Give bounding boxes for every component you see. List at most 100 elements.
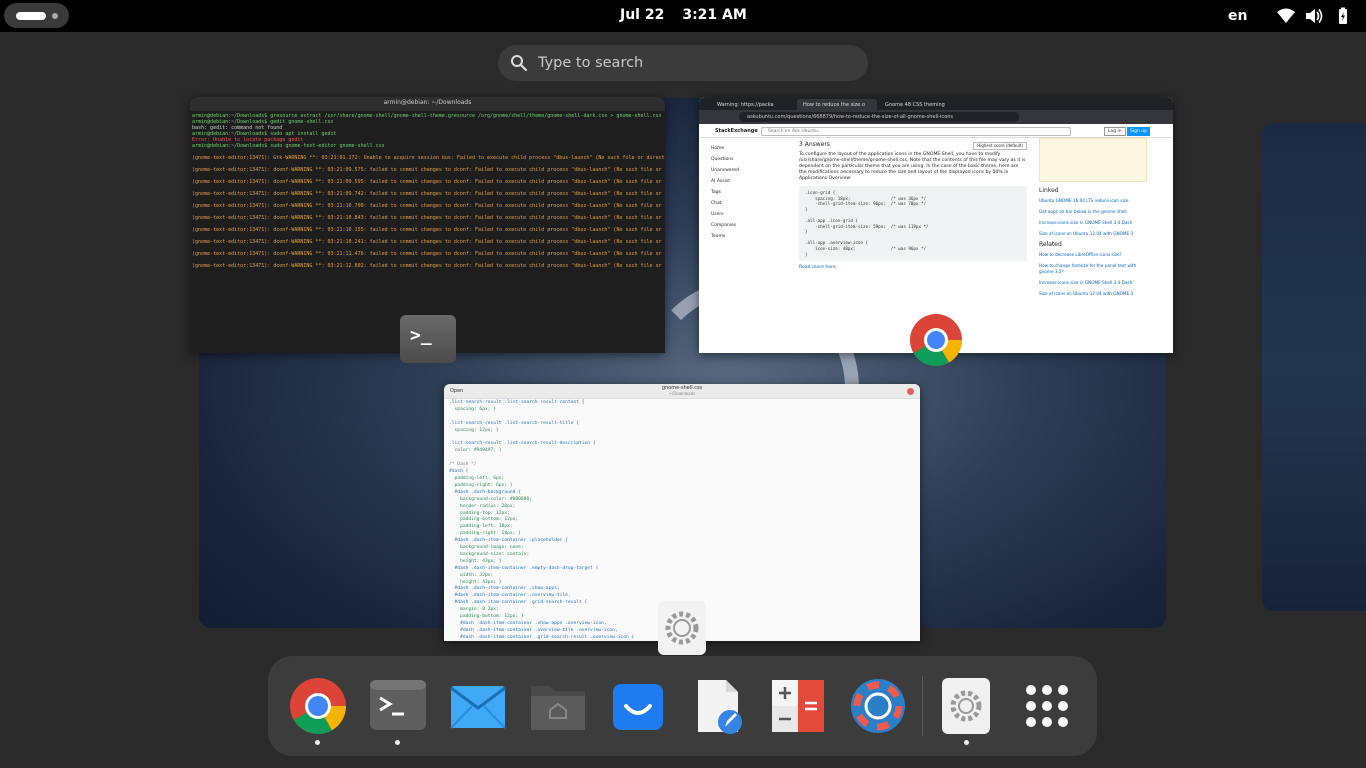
answer-body: To configure the layout of the applicati… bbox=[799, 152, 1026, 181]
terminal-line: (gnome-text-editor:13471): dconf-WARNING… bbox=[192, 215, 665, 221]
nav-item[interactable]: Questions bbox=[711, 157, 769, 163]
clock[interactable]: Jul 22 3:21 AM bbox=[620, 7, 747, 23]
editor-path: ~/Downloads bbox=[668, 391, 696, 396]
top-bar: Jul 22 3:21 AM en bbox=[0, 0, 1366, 32]
show-apps-icon[interactable] bbox=[1017, 676, 1077, 736]
close-icon[interactable] bbox=[907, 388, 914, 395]
editor-line: padding-bottom: 12px; bbox=[449, 517, 519, 523]
sidebar-link[interactable]: Size of icons on Ubuntu 12.04 with GNOME… bbox=[1039, 291, 1147, 297]
editor-line: #dash .dash-background { bbox=[449, 489, 521, 495]
volume-icon[interactable] bbox=[1303, 6, 1323, 26]
site-logo[interactable]: StackExchange bbox=[715, 128, 758, 134]
battery-icon[interactable] bbox=[1333, 6, 1353, 26]
settings-running-indicator bbox=[964, 740, 969, 745]
terminal-icon[interactable] bbox=[368, 676, 428, 736]
editor-line: background-color: #000000; bbox=[449, 496, 532, 502]
editor-line: .list-search-result .list-search-result-… bbox=[449, 441, 596, 447]
clock-date: Jul 22 bbox=[620, 7, 665, 23]
terminal-title: armin@debian: ~/Downloads bbox=[383, 99, 472, 106]
signup-button[interactable]: Sign up bbox=[1127, 127, 1150, 136]
nav-item[interactable]: Home bbox=[711, 146, 769, 152]
text-editor-icon[interactable] bbox=[688, 676, 748, 736]
browser-tab[interactable]: Gnome 48 CSS theming bbox=[879, 99, 963, 110]
terminal-line: (gnome-text-editor:13471): dconf-WARNING… bbox=[192, 263, 665, 269]
browser-tab-strip: Warning: https://packa How to reduce the… bbox=[699, 97, 1173, 110]
answer-section: 3 Answers Highest score (default) To con… bbox=[799, 142, 1027, 271]
sidebar-link[interactable]: Increase icons size in GNOME Shell 3.4 D… bbox=[1039, 280, 1147, 286]
chrome-icon[interactable] bbox=[288, 676, 348, 736]
editor-line: padding-right: 6px; } bbox=[449, 482, 513, 488]
sort-select[interactable]: Highest score (default) bbox=[973, 142, 1027, 150]
terminal-running-indicator bbox=[395, 740, 400, 745]
chrome-running-indicator bbox=[315, 740, 320, 745]
editor-line: /* Dash */ bbox=[449, 462, 477, 468]
editor-line: background-size: contain; bbox=[449, 551, 530, 557]
desktop-overview: Jul 223:21 AM en armin@debian: ~/D bbox=[0, 0, 1366, 768]
terminal-line: (gnome-text-editor:13471): Gtk-WARNING *… bbox=[192, 155, 665, 161]
nav-item[interactable]: Companies bbox=[711, 223, 769, 229]
nav-item[interactable]: Unanswered bbox=[711, 168, 769, 174]
activities-button[interactable] bbox=[4, 3, 69, 28]
editor-line: .list-search-result .list-search-result-… bbox=[449, 400, 585, 405]
clock-time: 3:21 AM bbox=[682, 7, 747, 23]
related-heading: Related bbox=[1039, 241, 1062, 248]
workspace-indicator-dot bbox=[52, 13, 58, 19]
linked-heading: Linked bbox=[1039, 187, 1059, 194]
login-button[interactable]: Log in bbox=[1104, 127, 1126, 136]
editor-line: background-image: none; bbox=[449, 545, 524, 551]
calculator-icon[interactable] bbox=[768, 676, 828, 736]
editor-line: border-radius: 20px; bbox=[449, 503, 516, 509]
help-icon[interactable] bbox=[848, 676, 908, 736]
editor-line: width: 32px; bbox=[449, 572, 494, 578]
settings-icon[interactable] bbox=[936, 676, 996, 736]
site-header: StackExchange Search on Ask Ubuntu... Lo… bbox=[699, 124, 1173, 138]
editor-line: height: 43px; } bbox=[449, 558, 502, 564]
dock-separator bbox=[922, 676, 923, 736]
editor-line: .list-search-result .list-search-result-… bbox=[449, 420, 579, 426]
answer-code: .icon-grid { spacing: 18px; /* was 36px … bbox=[799, 186, 1027, 262]
editor-line: color: #949497; } bbox=[449, 448, 502, 454]
site-search-input[interactable]: Search on Ask Ubuntu... bbox=[761, 127, 1071, 136]
featured-box bbox=[1039, 138, 1147, 182]
editor-line: spacing: 6px; } bbox=[449, 406, 497, 412]
nav-item[interactable]: Teams bbox=[711, 234, 769, 240]
files-icon[interactable] bbox=[528, 676, 588, 736]
terminal-line: (gnome-text-editor:13471): dconf-WARNING… bbox=[192, 167, 665, 173]
terminal-line: (gnome-text-editor:13471): dconf-WARNING… bbox=[192, 179, 665, 185]
sidebar-link[interactable]: Increase icons size in GNOME Shell 3.4 D… bbox=[1039, 220, 1147, 226]
wifi-icon[interactable] bbox=[1276, 6, 1296, 26]
sidebar-link[interactable]: Ubuntu GNOME 16.04 LTS reduce icon size bbox=[1039, 198, 1147, 204]
browser-tab[interactable]: Warning: https://packa bbox=[711, 99, 795, 110]
read-more-link[interactable]: Read more here. bbox=[799, 265, 1027, 271]
sidebar-link[interactable]: How to change fontsize for the panel tex… bbox=[1039, 263, 1147, 275]
sidebar-link[interactable]: Get apps on bar below in the gnome shell bbox=[1039, 209, 1147, 215]
linked-list: Ubuntu GNOME 16.04 LTS reduce icon size G… bbox=[1039, 198, 1147, 237]
left-navigation: Home Questions Unanswered AI Assist Tags Chat… bbox=[711, 146, 769, 245]
nav-item[interactable]: Tags bbox=[711, 190, 769, 196]
terminal-line: (gnome-text-editor:13471): dconf-WARNING… bbox=[192, 203, 665, 209]
mail-icon[interactable] bbox=[448, 676, 508, 736]
dock bbox=[268, 656, 1097, 756]
search-input[interactable] bbox=[538, 51, 838, 75]
editor-line: spacing: 12px; } bbox=[449, 427, 499, 433]
nav-item[interactable]: Chat bbox=[711, 201, 769, 207]
related-list: How to decrease LibreOffice icons size? H… bbox=[1039, 252, 1147, 297]
editor-header: Open gnome-shell.css ~/Downloads bbox=[444, 384, 920, 399]
nav-item[interactable]: AI Assist bbox=[711, 179, 769, 185]
search-bar[interactable] bbox=[498, 45, 868, 81]
software-icon[interactable] bbox=[608, 676, 668, 736]
editor-line: #dash .dash-item-container .empty-dash-d… bbox=[449, 565, 599, 571]
nav-item[interactable]: Users bbox=[711, 212, 769, 218]
terminal-line: (gnome-text-editor:13471): dconf-WARNING… bbox=[192, 191, 665, 197]
address-bar[interactable]: askubuntu.com/questions/668879/how-to-re… bbox=[739, 112, 1019, 122]
sidebar-link[interactable]: How to decrease LibreOffice icons size? bbox=[1039, 252, 1147, 258]
browser-tab-active[interactable]: How to reduce the size o bbox=[797, 99, 877, 110]
workspace-next[interactable] bbox=[1262, 123, 1366, 611]
editor-line: #dash .dash-item-container .placeholder … bbox=[449, 538, 568, 544]
sidebar-link[interactable]: Size of icons on Ubuntu 12.04 with GNOME… bbox=[1039, 231, 1147, 237]
keyboard-layout-indicator[interactable]: en bbox=[1228, 8, 1247, 24]
right-sidebar: Linked Ubuntu GNOME 16.04 LTS reduce ico… bbox=[1039, 138, 1147, 302]
terminal-header: armin@debian: ~/Downloads bbox=[190, 97, 665, 111]
